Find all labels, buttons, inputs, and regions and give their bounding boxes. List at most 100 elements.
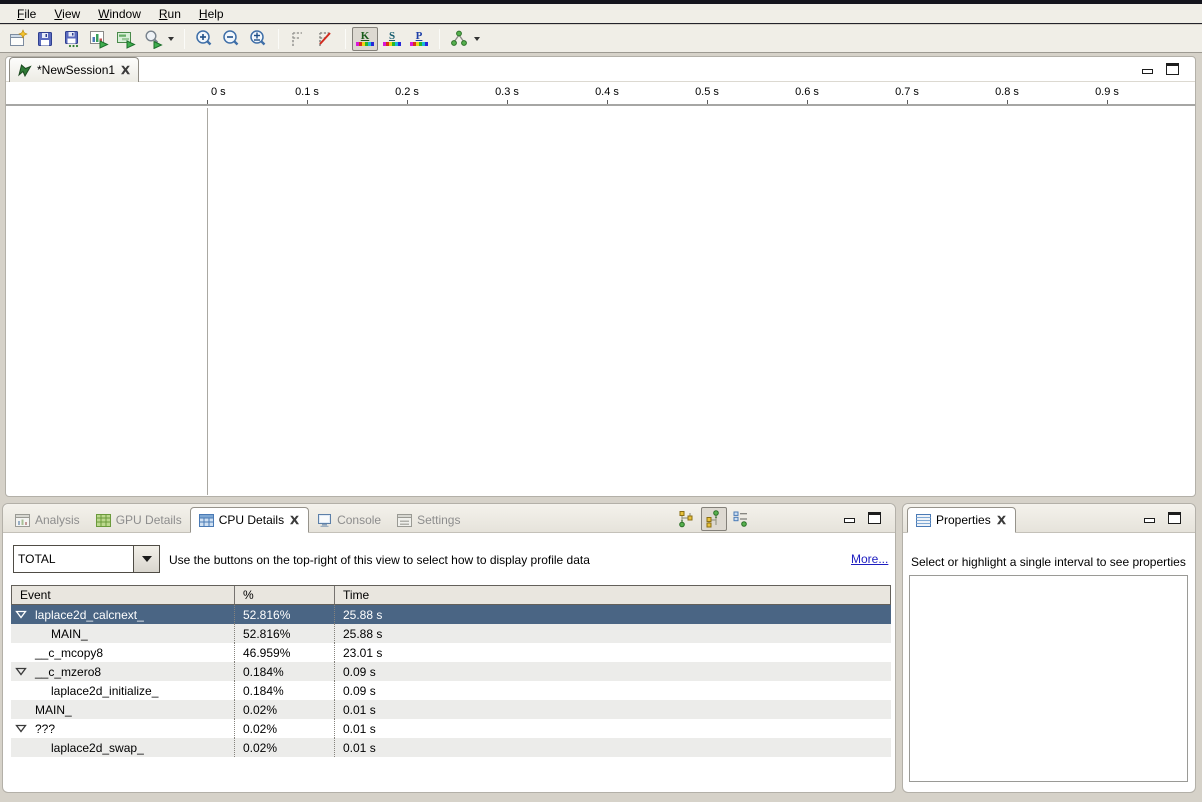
clear-marks-button[interactable]	[312, 27, 338, 51]
zoom-reset-button[interactable]	[245, 27, 271, 51]
cell-event: __c_mcopy8	[11, 643, 234, 662]
run-analysis-button[interactable]	[113, 27, 139, 51]
expander-icon[interactable]	[15, 610, 27, 619]
tab-gpu-details[interactable]: GPU Details	[88, 507, 190, 533]
profile-zoom-button[interactable]	[140, 27, 166, 51]
expander-icon[interactable]	[15, 724, 27, 733]
menu-run[interactable]: Run	[150, 5, 190, 23]
cell-time: 0.09 s	[334, 681, 891, 700]
cell-percent: 0.02%	[234, 719, 334, 738]
menu-window[interactable]: Window	[89, 5, 150, 23]
mark-range-button[interactable]	[285, 27, 311, 51]
close-icon[interactable]	[120, 65, 131, 75]
minimize-icon[interactable]	[1142, 69, 1153, 74]
session-tab[interactable]: *NewSession1	[9, 57, 139, 82]
close-icon[interactable]	[996, 515, 1007, 525]
ruler-label: 0.1 s	[267, 86, 347, 98]
save-as-button[interactable]	[59, 27, 85, 51]
minimize-icon[interactable]	[844, 518, 855, 523]
menu-help[interactable]: Help	[190, 5, 233, 23]
cell-time: 0.01 s	[334, 700, 891, 719]
column-header-event[interactable]: Event	[12, 586, 235, 604]
cell-percent: 0.184%	[234, 681, 334, 700]
maximize-icon[interactable]	[1168, 512, 1181, 524]
color-streams-toggle[interactable]: S	[379, 27, 405, 51]
profile-scope-combobox[interactable]: TOTAL	[13, 545, 160, 573]
maximize-icon[interactable]	[868, 512, 881, 524]
menu-file[interactable]: File	[8, 5, 45, 23]
more-link[interactable]: More...	[851, 552, 888, 566]
generate-timeline-button[interactable]	[86, 27, 112, 51]
table-row[interactable]: laplace2d_initialize_ 0.184%0.09 s	[11, 681, 891, 700]
zoom-in-button[interactable]	[191, 27, 217, 51]
ruler-tick	[907, 100, 908, 104]
tab-label: Console	[337, 513, 381, 527]
cell-event: MAIN_	[11, 624, 234, 643]
properties-content: Select or highlight a single interval to…	[903, 533, 1195, 792]
menu-view[interactable]: View	[45, 5, 89, 23]
color-processes-toggle[interactable]: P	[406, 27, 432, 51]
cell-time: 23.01 s	[334, 643, 891, 662]
timeline-run-icon	[116, 29, 136, 49]
cpu-table-body: laplace2d_calcnext_ 52.816%25.88 sMAIN_52…	[11, 605, 891, 757]
column-header-pct[interactable]: %	[235, 586, 335, 604]
event-label: laplace2d_calcnext_	[35, 608, 144, 622]
table-row[interactable]: __c_mcopy846.959%23.01 s	[11, 643, 891, 662]
event-label: __c_mzero8	[35, 665, 101, 679]
table-row[interactable]: MAIN_0.02%0.01 s	[11, 700, 891, 719]
session-icon	[17, 63, 32, 77]
analysis-tree-dropdown-caret[interactable]	[474, 37, 480, 41]
save-button[interactable]	[32, 27, 58, 51]
tab-console[interactable]: Console	[309, 507, 389, 533]
table-row[interactable]: laplace2d_swap_0.02%0.01 s	[11, 738, 891, 757]
ruler-tick	[407, 100, 408, 104]
tab-analysis[interactable]: Analysis	[7, 507, 88, 533]
combobox-arrow-button[interactable]	[133, 546, 159, 572]
column-header-time[interactable]: Time	[335, 586, 890, 604]
table-row[interactable]: MAIN_52.816%25.88 s	[11, 624, 891, 643]
cell-event: laplace2d_initialize_	[11, 681, 234, 700]
profile-zoom-dropdown-caret[interactable]	[168, 37, 174, 41]
timeline-editor-panel: *NewSession1 0 s0.1 s0.2 s0.3 s0.4 s0.5 …	[5, 56, 1196, 497]
tab-cpu-details[interactable]: CPU Details	[190, 507, 309, 533]
stream-letter: S	[389, 31, 395, 41]
color-kernels-toggle[interactable]: K	[352, 27, 378, 51]
toolbar-separator	[439, 29, 440, 49]
chart-run-icon	[89, 29, 109, 49]
cell-percent: 0.184%	[234, 662, 334, 681]
ruler-label: 0.7 s	[867, 86, 947, 98]
cell-percent: 0.02%	[234, 700, 334, 719]
zoom-out-button[interactable]	[218, 27, 244, 51]
ruler-tick	[507, 100, 508, 104]
event-label: laplace2d_initialize_	[51, 684, 158, 698]
tab-settings[interactable]: Settings	[389, 507, 468, 533]
menu-bar: FileViewWindowRunHelp	[0, 4, 1202, 24]
cell-time: 25.88 s	[334, 624, 891, 643]
new-session-button[interactable]	[5, 27, 31, 51]
table-row[interactable]: laplace2d_calcnext_52.816%25.88 s	[11, 605, 891, 624]
callers-view-button[interactable]	[701, 507, 727, 531]
expander-icon[interactable]	[15, 667, 27, 676]
flat-view-button[interactable]	[728, 507, 754, 531]
cell-percent: 52.816%	[234, 605, 334, 624]
tab-properties[interactable]: Properties	[907, 507, 1016, 533]
table-row[interactable]: ???0.02%0.01 s	[11, 719, 891, 738]
close-icon[interactable]	[289, 515, 300, 525]
analysis-tree-button[interactable]	[446, 27, 472, 51]
stream-toggle-glyph: S	[383, 31, 401, 46]
analysis-icon	[15, 514, 30, 527]
flat-list-icon	[731, 509, 751, 529]
timeline-name-column-divider[interactable]	[207, 108, 208, 495]
cell-time: 0.01 s	[334, 719, 891, 738]
settings-icon	[397, 514, 412, 527]
cpu-details-content: TOTAL Use the buttons on the top-right o…	[3, 533, 895, 792]
maximize-icon[interactable]	[1166, 63, 1179, 75]
tab-label: CPU Details	[219, 513, 284, 527]
callees-view-button[interactable]	[674, 507, 700, 531]
minimize-icon[interactable]	[1144, 518, 1155, 523]
ruler-label: 0.9 s	[1067, 86, 1147, 98]
toolbar-separator	[278, 29, 279, 49]
timeline-ruler[interactable]: 0 s0.1 s0.2 s0.3 s0.4 s0.5 s0.6 s0.7 s0.…	[6, 82, 1195, 106]
tree-up-icon	[704, 509, 724, 529]
table-row[interactable]: __c_mzero80.184%0.09 s	[11, 662, 891, 681]
